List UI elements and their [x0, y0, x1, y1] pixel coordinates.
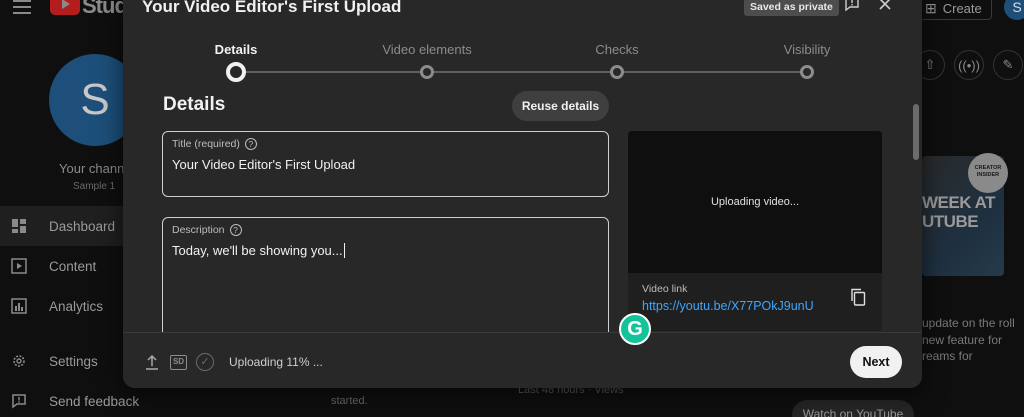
sidebar-item-analytics[interactable]: Analytics	[0, 286, 140, 326]
dialog-footer: SD ✓ Uploading 11% ... Next	[123, 332, 922, 388]
live-icon[interactable]: ((•))	[954, 50, 984, 80]
menu-icon[interactable]	[13, 0, 31, 14]
step-details-label[interactable]: Details	[215, 42, 258, 57]
title-label-text: Title (required)	[172, 138, 240, 150]
title-field[interactable]: Title (required) ? Your Video Editor's F…	[162, 131, 609, 197]
channel-subtitle: Sample 1	[73, 181, 116, 192]
step-visibility-dot[interactable]	[800, 65, 814, 79]
sidebar-item-label: Content	[49, 258, 97, 274]
video-link[interactable]: https://youtu.be/X77POkJ9unU	[642, 299, 814, 313]
description-input[interactable]: Today, we'll be showing you...	[172, 243, 345, 258]
news-line: reams for	[922, 349, 973, 363]
video-preview: Uploading video...	[628, 131, 882, 273]
step-checks-dot[interactable]	[610, 65, 624, 79]
channel-name: Your chann	[59, 161, 125, 176]
text-caret	[343, 243, 345, 258]
details-scroll-area[interactable]: Details Reuse details Title (required) ?…	[123, 88, 922, 332]
preview-status: Uploading video...	[710, 196, 800, 208]
dashboard-icon	[12, 219, 26, 233]
help-icon[interactable]: ?	[229, 224, 242, 236]
step-video-elements-label[interactable]: Video elements	[382, 42, 471, 57]
watch-on-youtube-button[interactable]: Watch on YouTube	[792, 400, 914, 417]
copy-icon[interactable]	[850, 288, 866, 306]
sidebar-item-label: Dashboard	[49, 218, 116, 234]
edit-icon[interactable]: ✎	[993, 50, 1023, 80]
step-visibility-label[interactable]: Visibility	[784, 42, 831, 57]
sidebar-item-send-feedback[interactable]: Send feedback	[0, 381, 140, 417]
sidebar-item-label: Analytics	[49, 298, 104, 314]
title-input[interactable]: Your Video Editor's First Upload	[172, 157, 355, 172]
description-label-text: Description	[172, 224, 225, 236]
youtube-logo-icon	[50, 0, 80, 15]
step-video-elements-dot[interactable]	[420, 65, 434, 79]
description-text: Today, we'll be showing you...	[172, 243, 343, 258]
dialog-scrollbar[interactable]	[913, 104, 919, 160]
gear-icon	[13, 355, 25, 367]
help-icon[interactable]: ?	[244, 138, 257, 150]
checks-icon: ✓	[196, 353, 214, 371]
news-line: update on the roll	[922, 316, 1015, 330]
upload-status: Uploading 11% ...	[229, 355, 323, 369]
thumbnail-text: WEEK AT UTUBE	[922, 193, 996, 231]
step-details-dot[interactable]	[226, 62, 246, 82]
next-button[interactable]: Next	[850, 346, 902, 378]
upload-dialog: Your Video Editor's First Upload Saved a…	[123, 0, 922, 388]
stepper-line	[236, 71, 807, 73]
feedback-icon	[12, 394, 26, 409]
sidebar-item-settings[interactable]: Settings	[0, 341, 140, 381]
upload-stepper: Details Video elements Checks Visibility	[123, 0, 922, 88]
news-line: new feature for	[922, 332, 1003, 347]
card-text: started.	[331, 395, 368, 407]
step-checks-label[interactable]: Checks	[595, 42, 638, 57]
news-text: update on the roll new feature for reams…	[922, 315, 1015, 365]
content-icon	[11, 258, 27, 274]
grammarly-icon[interactable]: G	[619, 313, 651, 345]
description-field[interactable]: Description ? Today, we'll be showing yo…	[162, 217, 609, 332]
section-title: Details	[163, 94, 226, 115]
video-preview-card: Uploading video... Video link https://yo…	[628, 131, 882, 331]
sidebar: S Your chann Sample 1 Dashboard Content …	[0, 20, 141, 417]
sidebar-item-content[interactable]: Content	[0, 246, 140, 286]
sidebar-item-label: Send feedback	[49, 393, 140, 409]
analytics-icon	[11, 298, 27, 314]
reuse-details-button[interactable]: Reuse details	[512, 91, 609, 121]
sd-quality-icon: SD	[170, 355, 187, 370]
sidebar-item-label: Settings	[49, 353, 98, 369]
creator-insider-badge: CREATOR INSIDER	[968, 153, 1008, 193]
title-field-label: Title (required) ?	[172, 138, 257, 150]
upload-icon	[146, 354, 158, 370]
description-field-label: Description ?	[172, 224, 242, 236]
sidebar-item-dashboard[interactable]: Dashboard	[0, 206, 140, 246]
video-link-label: Video link	[642, 283, 688, 295]
